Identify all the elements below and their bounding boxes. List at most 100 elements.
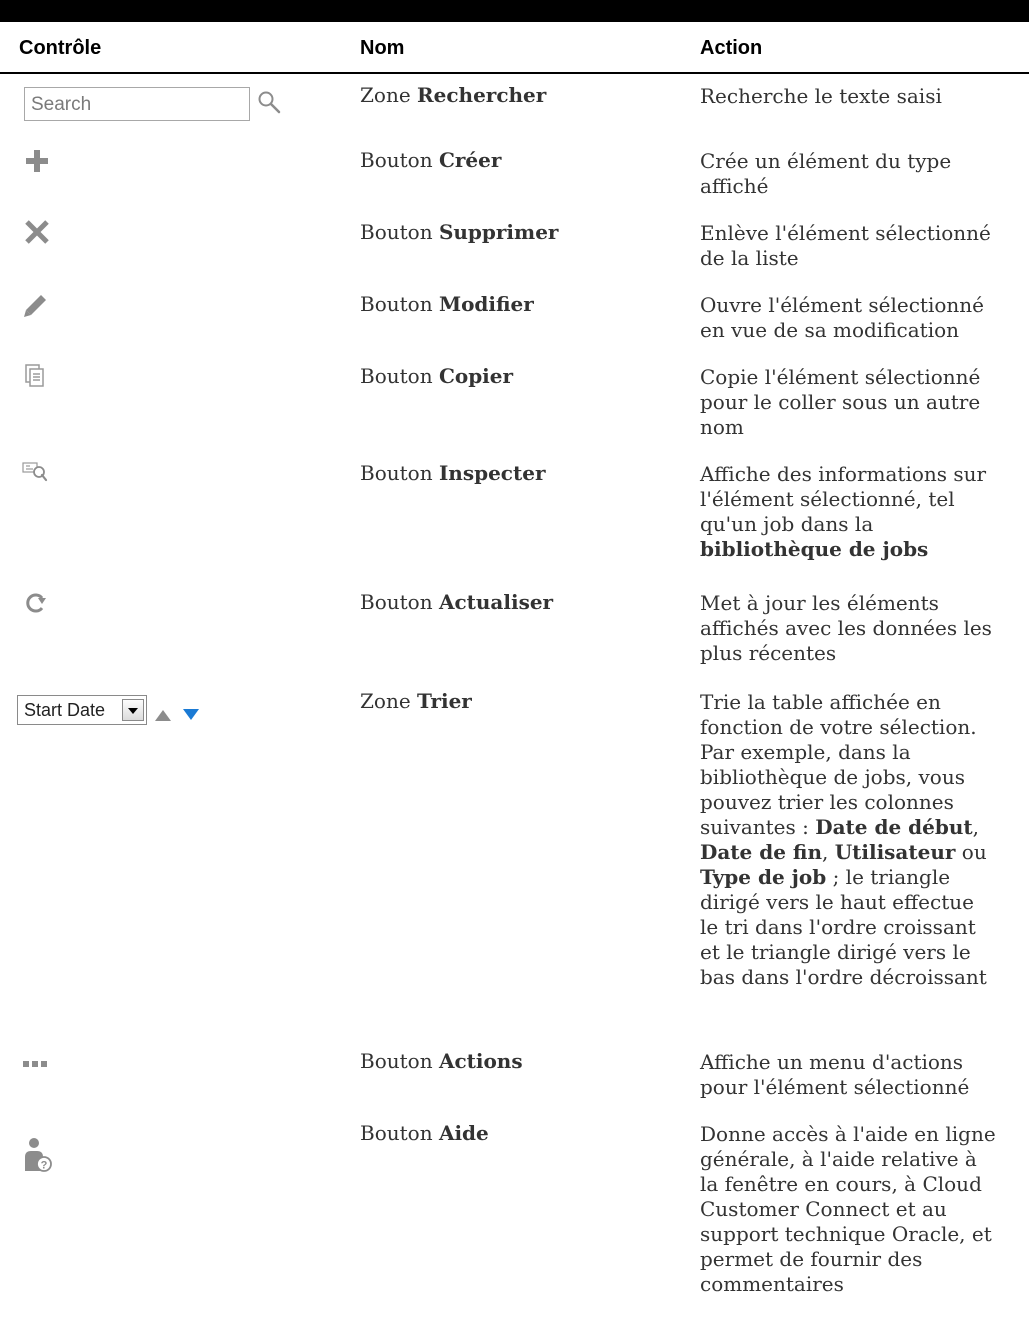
action-line: Ouvre l'élément sélectionné — [700, 293, 984, 317]
name-bold: Créer — [438, 148, 502, 172]
action-line: Trie la table affichée en — [700, 690, 941, 714]
row-refresh-action: Met à jour les éléments affichés avec le… — [700, 591, 1029, 666]
refresh-icon[interactable] — [22, 590, 48, 616]
name-prefix: Bouton — [360, 461, 433, 485]
action-line: générale, à l'aide relative à — [700, 1147, 977, 1171]
action-line: l'élément sélectionné, tel — [700, 487, 955, 511]
action-line: pouvez trier les colonnes — [700, 790, 954, 814]
help-user-icon[interactable]: ? — [24, 1137, 52, 1173]
row-help-name: Bouton Aide — [360, 1121, 690, 1146]
svg-text:?: ? — [41, 1160, 48, 1172]
name-bold: Actualiser — [438, 590, 554, 614]
row-search-action: Recherche le texte saisi — [700, 84, 1029, 109]
name-prefix: Bouton — [360, 292, 433, 316]
plus-icon[interactable] — [24, 148, 50, 174]
name-prefix: Bouton — [360, 1049, 433, 1073]
action-line: en vue de sa modification — [700, 318, 960, 342]
pencil-icon[interactable] — [22, 293, 48, 319]
name-prefix: Bouton — [360, 364, 433, 388]
chevron-down-icon — [128, 708, 138, 714]
action-line: Enlève l'élément sélectionné — [700, 221, 991, 245]
row-create-name: Bouton Créer — [360, 148, 690, 173]
copy-icon[interactable] — [24, 364, 46, 388]
row-actions-name: Bouton Actions — [360, 1049, 690, 1074]
action-line: fonction de votre sélection. — [700, 715, 977, 739]
name-bold: Trier — [417, 689, 472, 713]
search-icon[interactable] — [256, 89, 284, 117]
name-prefix: Zone — [360, 689, 411, 713]
action-line: le tri dans l'ordre croissant — [700, 915, 976, 939]
row-sort-name: Zone Trier — [360, 689, 690, 714]
row-inspect-action: Affiche des informations sur l'élément s… — [700, 462, 1029, 562]
action-line: de la liste — [700, 246, 799, 270]
row-create-action: Crée un élément du type affiché — [700, 149, 1029, 199]
sort-select[interactable]: Start Date — [17, 695, 147, 725]
header-divider — [0, 72, 1029, 74]
action-line: Copie l'élément sélectionné — [700, 365, 981, 389]
row-help-action: Donne accès à l'aide en ligne générale, … — [700, 1122, 1029, 1297]
name-bold: Inspecter — [438, 461, 546, 485]
row-copy-name: Bouton Copier — [360, 364, 690, 389]
action-line: Customer Connect et au — [700, 1197, 947, 1221]
action-line: Recherche le texte saisi — [700, 84, 942, 108]
action-line: Date de fin, Utilisateur ou — [700, 840, 987, 864]
action-line: Par exemple, dans la — [700, 740, 911, 764]
action-bold-term: Date de fin — [700, 840, 822, 864]
name-prefix: Bouton — [360, 590, 433, 614]
action-line: support technique Oracle, et — [700, 1222, 992, 1246]
action-line: dirigé vers le haut effectue — [700, 890, 974, 914]
row-copy-action: Copie l'élément sélectionné pour le coll… — [700, 365, 1029, 440]
action-line: pour l'élément sélectionné — [700, 1075, 970, 1099]
row-inspect-name: Bouton Inspecter — [360, 461, 690, 486]
inspect-icon[interactable] — [22, 461, 48, 485]
name-bold: Actions — [438, 1049, 523, 1073]
action-line: Type de job ; le triangle — [700, 865, 951, 889]
header-action: Action — [700, 37, 763, 59]
row-search-name: Zone Rechercher — [360, 83, 690, 108]
action-line: et le triangle dirigé vers le — [700, 940, 971, 964]
action-bold-term: Utilisateur — [834, 840, 956, 864]
action-line: bibliothèque de jobs, vous — [700, 765, 965, 789]
action-line: suivantes : Date de début, — [700, 815, 979, 839]
row-refresh-name: Bouton Actualiser — [360, 590, 690, 615]
name-bold: Modifier — [438, 292, 534, 316]
name-bold: Aide — [438, 1121, 489, 1145]
name-prefix: Bouton — [360, 1121, 433, 1145]
action-line: pour le coller sous un autre — [700, 390, 981, 414]
name-prefix: Bouton — [360, 220, 433, 244]
sort-descending-icon[interactable] — [182, 708, 200, 722]
more-dots-icon[interactable] — [22, 1060, 48, 1068]
close-icon[interactable] — [24, 219, 50, 245]
row-delete-action: Enlève l'élément sélectionné de la liste — [700, 221, 1029, 271]
header-name: Nom — [360, 37, 405, 59]
row-actions-action: Affiche un menu d'actions pour l'élément… — [700, 1050, 1029, 1100]
dropdown-button[interactable] — [122, 699, 144, 721]
action-line: commentaires — [700, 1272, 844, 1296]
action-line: Met à jour les éléments — [700, 591, 939, 615]
action-line: Affiche un menu d'actions — [700, 1050, 964, 1074]
sort-selected-value: Start Date — [24, 700, 106, 720]
action-line: qu'un job dans la — [700, 512, 874, 536]
row-edit-name: Bouton Modifier — [360, 292, 690, 317]
action-bold-term: Date de début — [815, 815, 973, 839]
action-line: permet de fournir des — [700, 1247, 923, 1271]
header-control: Contrôle — [19, 37, 102, 59]
action-line: affichés avec les données les — [700, 616, 992, 640]
row-sort-action: Trie la table affichée en fonction de vot… — [700, 690, 1029, 990]
action-line: affiché — [700, 174, 769, 198]
name-bold: Rechercher — [417, 83, 547, 107]
row-delete-name: Bouton Supprimer — [360, 220, 690, 245]
action-line: Donne accès à l'aide en ligne — [700, 1122, 996, 1146]
action-line-bold: bibliothèque de jobs — [700, 537, 929, 561]
top-rule — [0, 0, 1029, 22]
name-prefix: Bouton — [360, 148, 433, 172]
action-line: Crée un élément du type — [700, 149, 952, 173]
name-bold: Copier — [438, 364, 514, 388]
name-bold: Supprimer — [438, 220, 559, 244]
search-input[interactable]: Search — [24, 87, 250, 121]
action-line: bas dans l'ordre décroissant — [700, 965, 987, 989]
action-bold-term: Type de job — [700, 865, 827, 889]
name-prefix: Zone — [360, 83, 411, 107]
sort-ascending-icon[interactable] — [154, 708, 172, 722]
action-line: Affiche des informations sur — [700, 462, 987, 486]
